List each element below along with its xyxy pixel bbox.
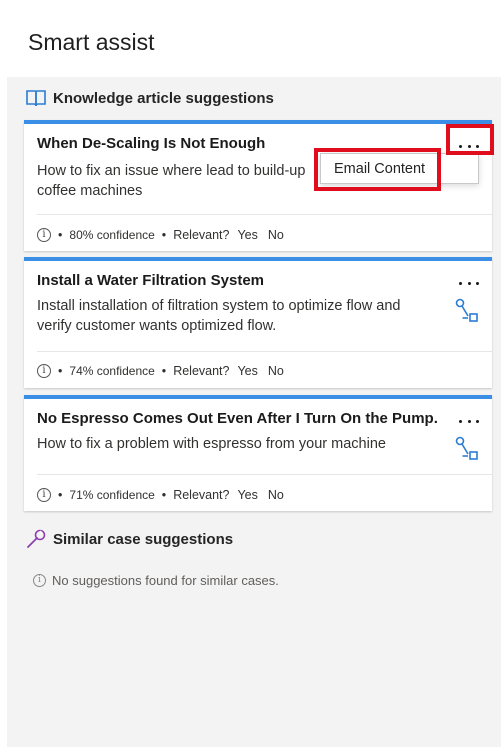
card-footer: i • 80% confidence • Relevant? Yes No [37,226,284,244]
more-dot [459,281,462,285]
more-dot [476,144,479,148]
confidence-text: 80% confidence [69,228,155,242]
more-dot [476,419,479,423]
relevant-no-button[interactable]: No [268,228,284,242]
link-article-icon[interactable] [454,298,480,324]
more-dot [459,144,462,148]
pane-header: Smart assist [7,7,501,77]
card-footer: i • 71% confidence • Relevant? Yes No [37,486,284,504]
relevant-label: Relevant? [173,488,230,502]
card-description: Install installation of filtration syste… [37,298,401,334]
similar-section-label: Similar case suggestions [53,530,234,548]
bullet: • [58,488,63,502]
email-content-menu-item[interactable]: Email Content [320,153,479,184]
empty-text: No suggestions found for similar cases. [52,572,279,588]
similar-section-heading: Similar case suggestions [25,527,233,551]
bullet: • [58,228,63,242]
confidence-text: 74% confidence [69,364,155,378]
info-icon: i [33,573,46,587]
similar-empty-note: i No suggestions found for similar cases… [33,572,279,588]
bullet: • [58,364,63,378]
knowledge-section-label: Knowledge article suggestions [53,89,274,107]
knowledge-card-2[interactable]: Install a Water Filtration System Instal… [24,257,492,388]
card-divider [37,214,492,215]
relevant-no-button[interactable]: No [268,488,284,502]
card-footer: i • 74% confidence • Relevant? Yes No [37,362,284,380]
relevant-label: Relevant? [173,228,230,242]
relevant-yes-button[interactable]: Yes [237,488,257,502]
card-divider [37,351,492,352]
more-options-button[interactable] [456,412,482,430]
knowledge-section-heading: Knowledge article suggestions [25,86,274,110]
info-icon[interactable]: i [37,228,51,242]
relevant-label: Relevant? [173,364,230,378]
link-article-icon[interactable] [454,436,480,462]
info-icon[interactable]: i [37,364,51,378]
card-description-line-2: coffee machines [37,183,143,199]
more-dot [467,281,471,285]
bullet: • [161,488,167,502]
more-dot [467,144,471,148]
wrench-icon [25,528,47,550]
relevant-no-button[interactable]: No [268,364,284,378]
card-title[interactable]: When De-Scaling Is Not Enough [37,135,265,152]
more-dot [459,419,462,423]
knowledge-card-1[interactable]: When De-Scaling Is Not Enough How to fix… [24,120,492,251]
card-divider [37,474,492,475]
pane-title: Smart assist [28,29,155,55]
confidence-text: 71% confidence [69,488,155,502]
card-title[interactable]: Install a Water Filtration System [37,272,264,289]
relevant-yes-button[interactable]: Yes [237,364,257,378]
card-title[interactable]: No Espresso Comes Out Even After I Turn … [37,410,438,427]
info-icon[interactable]: i [37,488,51,502]
more-options-button[interactable] [456,274,482,292]
book-icon [25,87,47,109]
bullet: • [161,228,167,242]
relevant-yes-button[interactable]: Yes [237,228,257,242]
bullet: • [161,364,167,378]
more-dot [467,419,471,423]
smart-assist-pane: Smart assist Knowledge article suggestio… [7,7,501,747]
more-dot [476,281,479,285]
card-description: How to fix a problem with espresso from … [37,436,386,452]
knowledge-card-3[interactable]: No Espresso Comes Out Even After I Turn … [24,395,492,511]
